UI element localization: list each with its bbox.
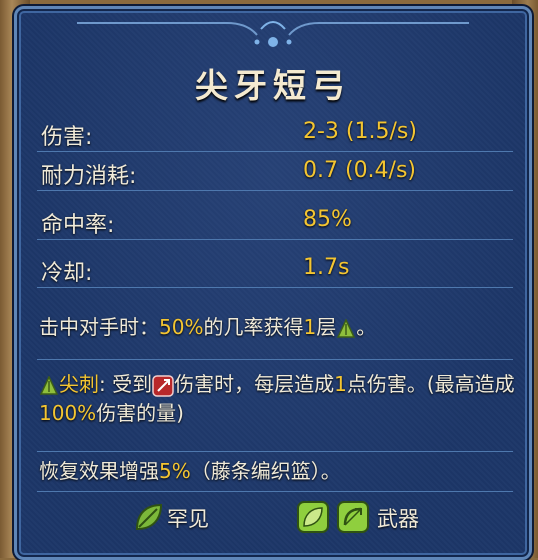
bow-icon xyxy=(337,501,369,533)
stat-row-stamina: 耐力消耗: 0.7 (0.4/s) xyxy=(37,152,513,191)
item-name: 尖牙短弓 xyxy=(195,66,351,105)
section-divider xyxy=(37,451,513,452)
type-label: 武器 xyxy=(377,507,419,531)
spike-icon xyxy=(39,375,59,395)
stat-label: 命中率: xyxy=(41,213,115,238)
physical-damage-icon xyxy=(152,374,174,397)
stat-value: 2-3 (1.5/s) xyxy=(303,119,417,144)
on-hit-effect: 击中对手时：50%的几率获得1层。 xyxy=(39,315,377,339)
stat-label: 耐力消耗: xyxy=(41,164,137,189)
section-divider xyxy=(37,491,513,492)
bonus-effect: 恢复效果增强5%（藤条编织篮）。 xyxy=(39,459,341,483)
item-footer: 罕见 武器 xyxy=(17,497,529,537)
stat-label: 伤害: xyxy=(41,125,93,150)
stat-value: 85% xyxy=(303,207,352,232)
stat-label: 冷却: xyxy=(41,261,93,286)
top-ornament xyxy=(77,21,469,47)
stat-row-damage: 伤害: 2-3 (1.5/s) xyxy=(37,113,513,152)
stat-value: 1.7s xyxy=(303,255,350,280)
leaf-icon xyxy=(135,503,163,531)
section-divider xyxy=(37,359,513,360)
stat-row-cooldown: 冷却: 1.7s xyxy=(37,249,513,288)
leaf-icon xyxy=(297,501,329,533)
stat-value: 0.7 (0.4/s) xyxy=(303,158,417,183)
item-tooltip-panel: 尖牙短弓 伤害: 2-3 (1.5/s) 耐力消耗: 0.7 (0.4/s) 命… xyxy=(14,6,532,560)
spike-icon xyxy=(337,318,356,338)
stat-row-accuracy: 命中率: 85% xyxy=(37,201,513,240)
rarity-label: 罕见 xyxy=(167,507,209,531)
spike-description: 尖刺: 受到 伤害时，每层造成1点伤害。(最高造成100%伤害的量) xyxy=(39,372,515,425)
